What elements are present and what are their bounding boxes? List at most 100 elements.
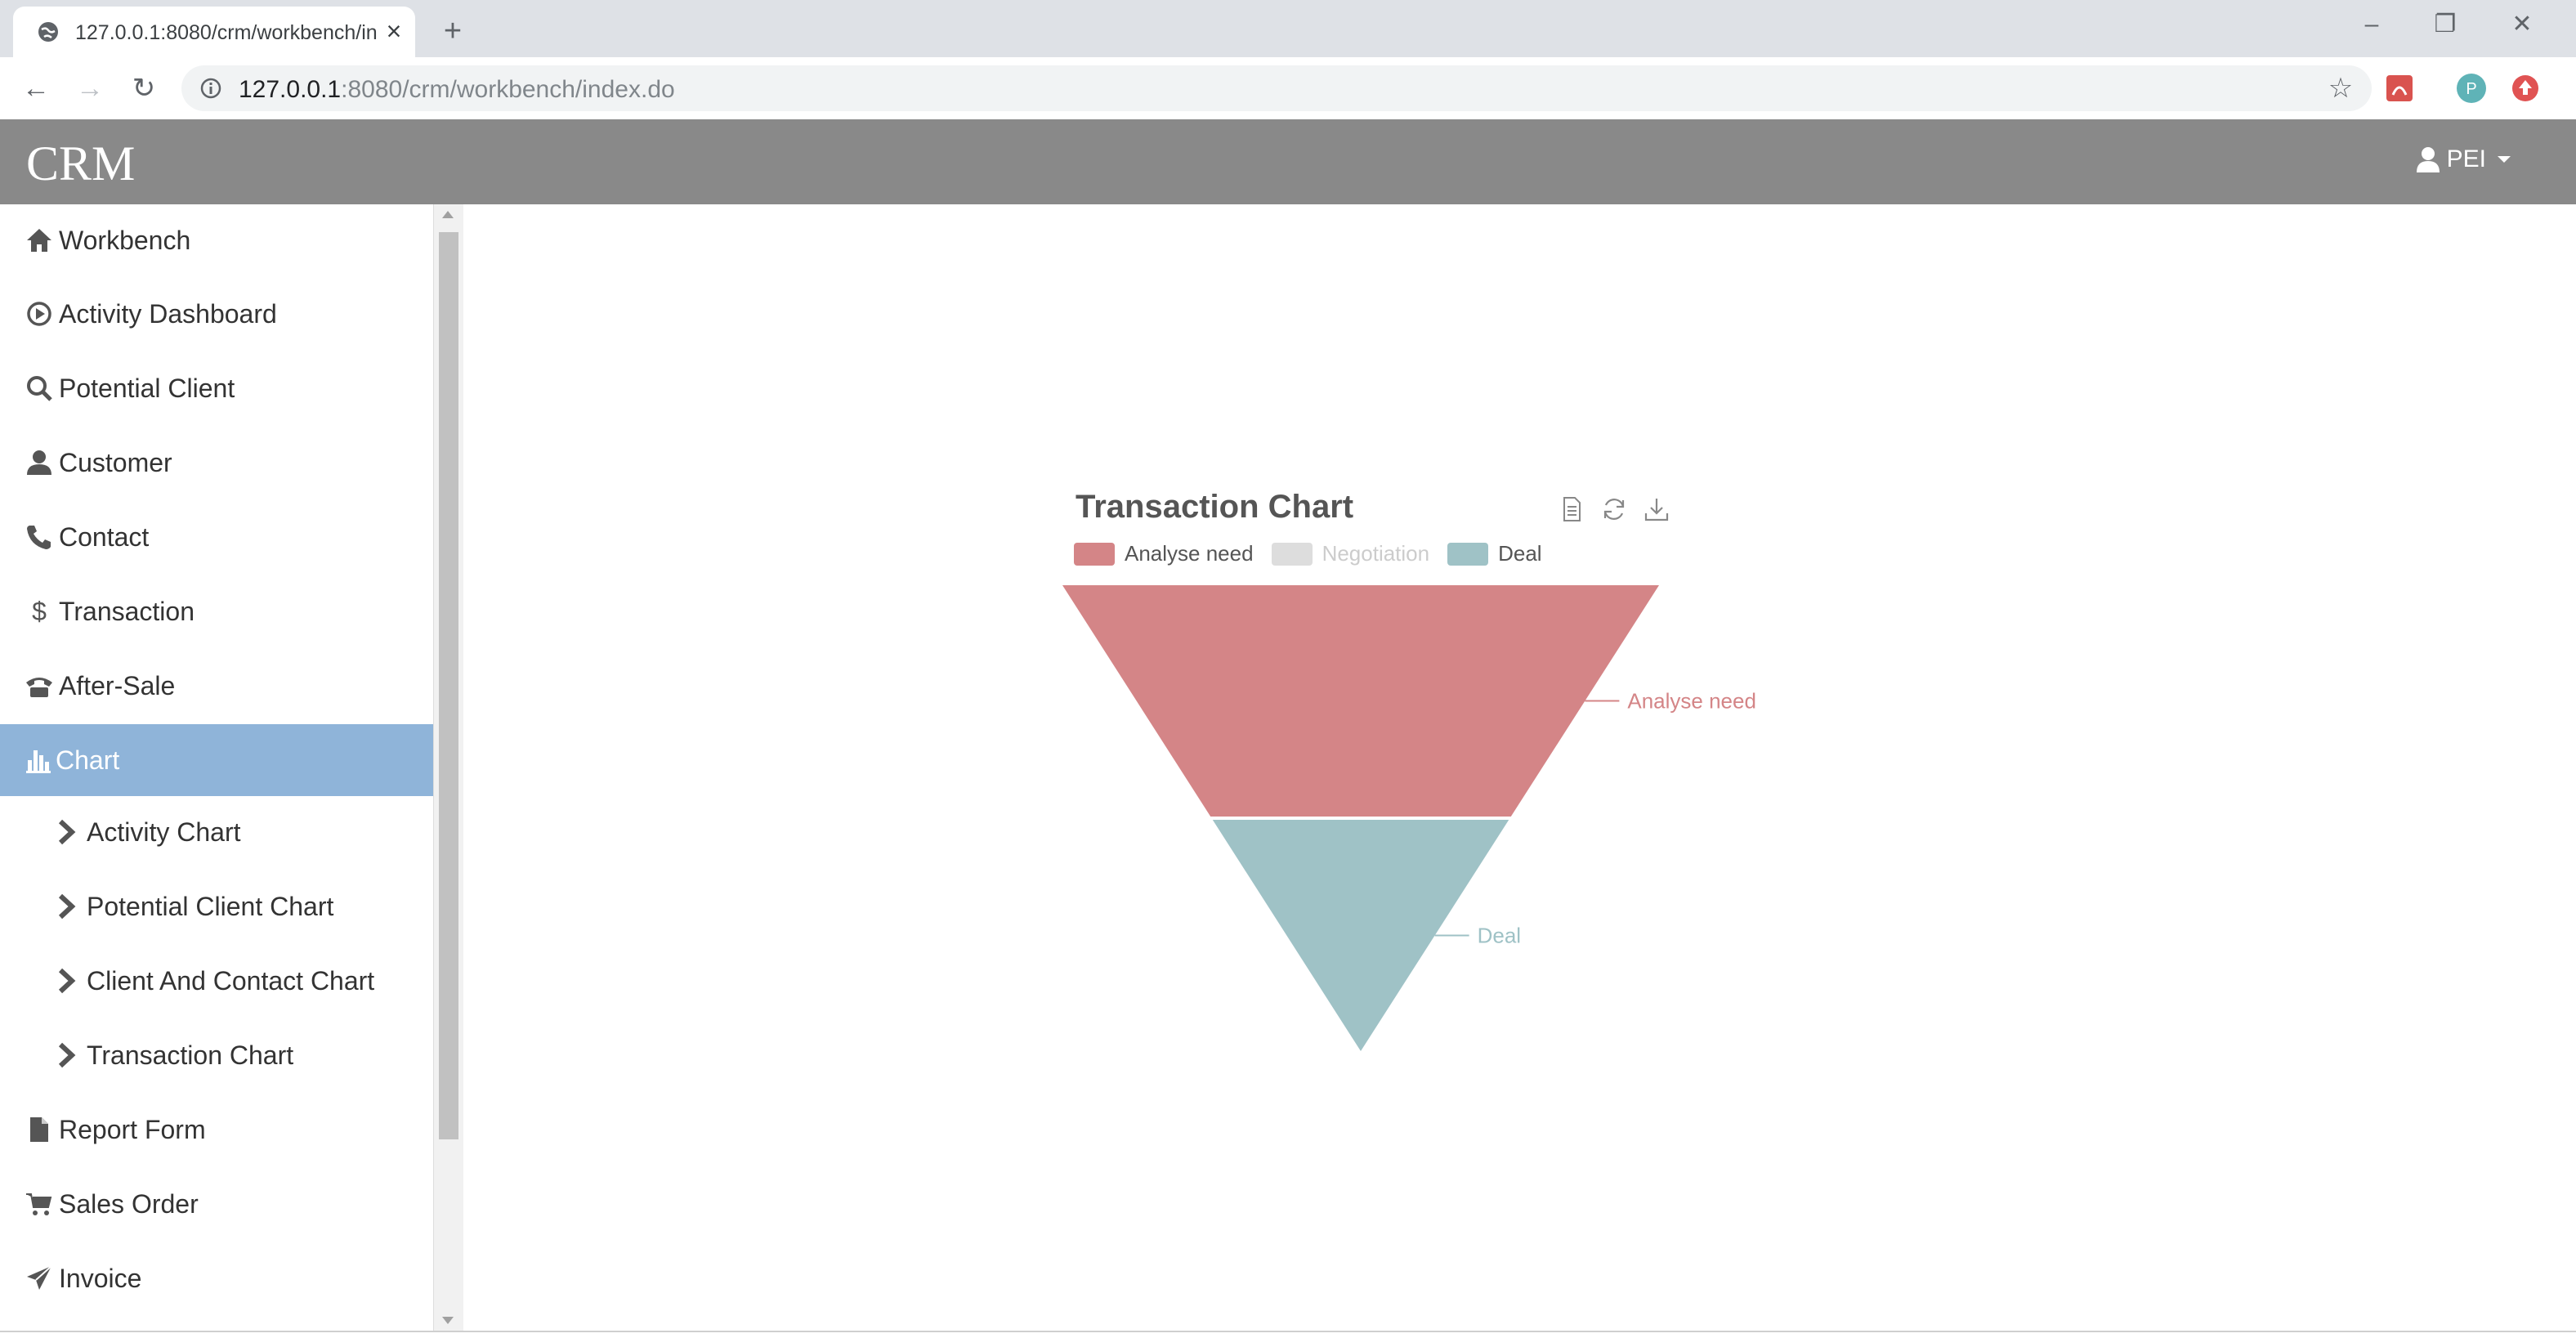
telephone-icon <box>26 678 52 697</box>
sidebar-item-label: Contact <box>59 521 150 552</box>
sidebar-scrollbar[interactable] <box>433 204 463 1332</box>
sidebar-item-label: Workbench <box>59 225 191 255</box>
cart-icon <box>26 1193 52 1215</box>
sidebar-item-potential-client[interactable]: Potential Client <box>0 352 433 424</box>
globe-icon <box>38 22 58 42</box>
forward-icon[interactable]: → <box>74 72 106 105</box>
file-icon <box>30 1117 48 1142</box>
sidebar-item-customer[interactable]: Customer <box>0 427 433 499</box>
send-icon <box>27 1265 52 1290</box>
sidebar-item-label: Client And Contact Chart <box>87 965 375 996</box>
address-bar[interactable]: 127.0.0.1:8080/crm/workbench/index.do ☆ <box>181 65 2372 111</box>
chevron-right-icon <box>58 1042 76 1068</box>
funnel-segment-analyse-need[interactable] <box>1062 585 1659 817</box>
sidebar-item-report-form[interactable]: Report Form <box>0 1094 433 1166</box>
sidebar-item-label: Potential Client Chart <box>87 891 334 921</box>
sidebar-item-label: Customer <box>59 447 172 477</box>
legend-label: Analyse need <box>1125 541 1254 566</box>
profile-avatar[interactable]: P <box>2455 72 2488 105</box>
legend-item-deal[interactable]: Deal <box>1447 541 1542 566</box>
funnel-label: Deal <box>1478 924 1521 948</box>
svg-text:$: $ <box>32 597 47 626</box>
chart-toolbox <box>1558 495 1670 523</box>
sidebar-item-label: Transaction <box>59 596 195 626</box>
pdf-extension-icon[interactable] <box>2383 72 2416 105</box>
user-menu[interactable]: PEI <box>2416 145 2511 173</box>
bar-chart-icon <box>26 750 51 773</box>
browser-toolbar: ← → ↻ 127.0.0.1:8080/crm/workbench/index… <box>0 57 2576 120</box>
caret-down-icon <box>2498 156 2511 163</box>
browser-tabstrip: 127.0.0.1:8080/crm/workbench/index.do × … <box>0 0 2576 57</box>
sidebar-item-potential-client-chart[interactable]: Potential Client Chart <box>0 870 433 942</box>
sidebar-item-activity-chart[interactable]: Activity Chart <box>0 796 433 868</box>
sidebar-item-label: Potential Client <box>59 373 235 403</box>
play-circle-icon <box>27 302 51 326</box>
scroll-down-icon[interactable] <box>442 1317 454 1324</box>
home-icon <box>27 229 51 252</box>
chart-legend: Analyse need Negotiation Deal <box>1074 541 1560 566</box>
sidebar-item-transaction[interactable]: $ Transaction <box>0 575 433 647</box>
chevron-right-icon <box>58 819 76 845</box>
sidebar-item-contact[interactable]: Contact <box>0 501 433 573</box>
sidebar-item-invoice[interactable]: Invoice <box>0 1242 433 1314</box>
legend-label: Negotiation <box>1322 541 1430 566</box>
brand-logo[interactable]: CRM <box>26 136 135 192</box>
sidebar-item-label: Sales Order <box>59 1188 199 1219</box>
legend-swatch <box>1447 542 1489 566</box>
close-window-icon[interactable]: ✕ <box>2498 8 2547 41</box>
legend-swatch <box>1074 542 1115 566</box>
sidebar-item-label: Activity Chart <box>87 817 241 847</box>
bottom-border <box>0 1331 2576 1332</box>
user-icon <box>27 450 51 475</box>
scroll-thumb[interactable] <box>439 232 458 1139</box>
back-icon[interactable]: ← <box>20 72 52 105</box>
funnel-svg: Analyse need Deal <box>1062 585 1756 1051</box>
sidebar-item-client-and-contact-chart[interactable]: Client And Contact Chart <box>0 945 433 1017</box>
chevron-right-icon <box>58 893 76 920</box>
info-icon[interactable] <box>199 77 222 100</box>
sidebar: Workbench Activity Dashboard Potential C… <box>0 204 434 1332</box>
sidebar-item-label: Chart <box>56 745 120 775</box>
legend-swatch <box>1271 542 1313 566</box>
update-icon[interactable] <box>2509 72 2542 105</box>
app-header: CRM PEI <box>0 119 2576 204</box>
sidebar-item-after-sale[interactable]: After-Sale <box>0 650 433 722</box>
restore-icon[interactable]: ❐ <box>2421 8 2470 41</box>
legend-item-analyse-need[interactable]: Analyse need <box>1074 541 1254 566</box>
minimize-icon[interactable]: – <box>2347 8 2396 41</box>
dollar-icon: $ <box>32 597 47 626</box>
legend-label: Deal <box>1498 541 1542 566</box>
save-image-icon[interactable] <box>1643 495 1670 523</box>
chart-title: Transaction Chart <box>1076 489 1354 525</box>
sidebar-item-label: Report Form <box>59 1114 206 1144</box>
bookmark-star-icon[interactable]: ☆ <box>2324 72 2357 105</box>
funnel-label: Analyse need <box>1627 689 1756 714</box>
sidebar-item-workbench[interactable]: Workbench <box>0 204 433 276</box>
data-view-icon[interactable] <box>1558 495 1585 523</box>
sidebar-item-label: Transaction Chart <box>87 1040 294 1070</box>
url-path: :8080/crm/workbench/index.do <box>341 76 675 103</box>
chevron-right-icon <box>58 968 76 994</box>
legend-item-negotiation[interactable]: Negotiation <box>1271 541 1430 566</box>
url-text: 127.0.0.1:8080/crm/workbench/index.do <box>239 76 675 104</box>
sidebar-item-label: Invoice <box>59 1263 142 1293</box>
profile-initial: P <box>2466 80 2476 98</box>
browser-tab[interactable]: 127.0.0.1:8080/crm/workbench/index.do × <box>13 7 415 57</box>
scroll-up-icon[interactable] <box>442 211 454 218</box>
sidebar-item-sales-order[interactable]: Sales Order <box>0 1168 433 1240</box>
sidebar-item-transaction-chart[interactable]: Transaction Chart <box>0 1019 433 1091</box>
user-name: PEI <box>2446 145 2486 172</box>
sidebar-item-label: After-Sale <box>59 670 176 700</box>
tab-title: 127.0.0.1:8080/crm/workbench/index.do <box>75 21 378 44</box>
phone-icon <box>27 526 51 549</box>
sidebar-item-activity-dashboard[interactable]: Activity Dashboard <box>0 278 433 350</box>
new-tab-icon[interactable]: + <box>436 15 469 47</box>
reload-icon[interactable]: ↻ <box>127 72 160 105</box>
search-icon <box>27 376 52 401</box>
sidebar-item-chart[interactable]: Chart <box>0 724 433 796</box>
close-tab-icon[interactable]: × <box>379 16 409 46</box>
transaction-funnel-chart: Analyse need Deal Transaction Chart Analy… <box>1054 482 1790 1071</box>
sidebar-item-label: Activity Dashboard <box>59 298 277 329</box>
refresh-icon[interactable] <box>1600 495 1628 523</box>
user-icon <box>2416 147 2440 172</box>
